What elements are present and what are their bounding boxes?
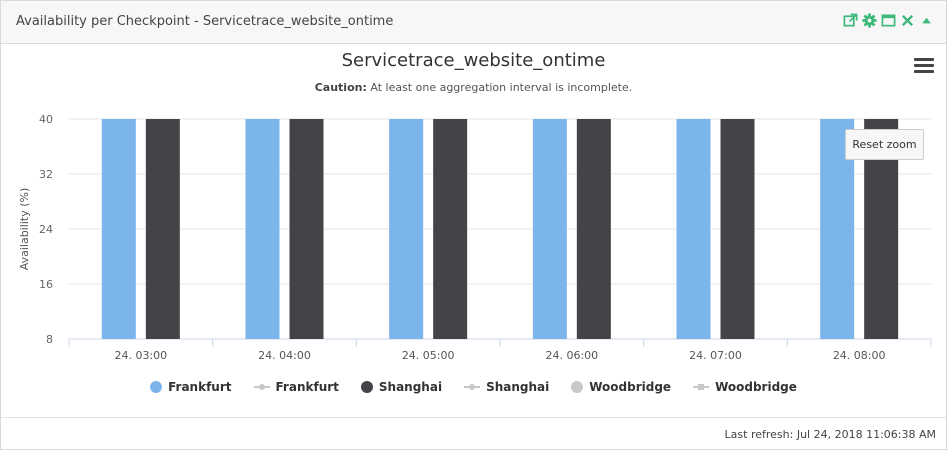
legend-item-woodbridge[interactable]: Woodbridge bbox=[693, 380, 797, 394]
legend-item-shanghai[interactable]: Shanghai bbox=[464, 380, 549, 394]
x-tick-label: 24. 07:00 bbox=[689, 349, 742, 362]
bar-frankfurt bbox=[245, 119, 280, 339]
bar-shanghai bbox=[145, 119, 180, 339]
close-icon[interactable] bbox=[900, 13, 915, 28]
last-refresh-text: Last refresh: Jul 24, 2018 11:06:38 AM bbox=[724, 428, 936, 441]
chart-panel: Availability per Checkpoint - Servicetra… bbox=[0, 0, 947, 450]
y-tick-label: 16 bbox=[39, 278, 53, 291]
legend-dot-icon bbox=[150, 381, 163, 393]
bar-shanghai bbox=[289, 119, 324, 339]
bar-frankfurt bbox=[532, 119, 567, 339]
panel-header-icons bbox=[843, 13, 934, 28]
chart-area: 40 32 24 16 8 Availability (%) 24. 03:00 24. 04… bbox=[1, 44, 946, 416]
bar-shanghai bbox=[433, 119, 468, 339]
legend-label: Frankfurt bbox=[168, 380, 232, 394]
reset-zoom-button[interactable]: Reset zoom bbox=[845, 129, 924, 160]
y-tick-label: 40 bbox=[39, 113, 53, 126]
x-tick-label: 24. 08:00 bbox=[833, 349, 886, 362]
legend-item-woodbridge[interactable]: Woodbridge bbox=[571, 380, 671, 394]
bar-frankfurt bbox=[676, 119, 711, 339]
panel-header: Availability per Checkpoint - Servicetra… bbox=[1, 1, 946, 44]
y-tick-label: 24 bbox=[39, 223, 53, 236]
caution-note: Caution: At least one aggregation interv… bbox=[1, 81, 946, 94]
panel-title: Availability per Checkpoint - Servicetra… bbox=[16, 14, 394, 29]
bar-frankfurt bbox=[101, 119, 136, 339]
caution-label: Caution: bbox=[314, 81, 367, 94]
maximize-icon[interactable] bbox=[881, 13, 896, 28]
legend-label: Woodbridge bbox=[715, 380, 797, 394]
legend-line-square-icon bbox=[693, 381, 710, 393]
legend-label: Shanghai bbox=[486, 380, 550, 394]
legend-line-dot-icon bbox=[253, 381, 270, 393]
bar-shanghai bbox=[576, 119, 611, 339]
bar-shanghai bbox=[720, 119, 755, 339]
chart-title: Servicetrace_website_ontime bbox=[341, 50, 606, 71]
caution-text: At least one aggregation interval is inc… bbox=[370, 81, 633, 94]
legend-item-frankfurt[interactable]: Frankfurt bbox=[150, 380, 232, 394]
legend-label: Shanghai bbox=[378, 380, 443, 394]
legend-label: Frankfurt bbox=[275, 380, 339, 394]
y-tick-label: 8 bbox=[46, 333, 53, 346]
hamburger-menu-icon[interactable] bbox=[914, 58, 934, 74]
panel-footer: Last refresh: Jul 24, 2018 11:06:38 AM bbox=[1, 417, 946, 450]
legend-item-frankfurt[interactable]: Frankfurt bbox=[253, 380, 339, 394]
y-axis-title: Availability (%) bbox=[18, 188, 31, 271]
collapse-icon[interactable] bbox=[919, 13, 934, 28]
legend-item-shanghai[interactable]: Shanghai bbox=[360, 380, 443, 394]
y-tick-label: 32 bbox=[39, 168, 53, 181]
x-tick-label: 24. 03:00 bbox=[114, 349, 167, 362]
gear-icon[interactable] bbox=[862, 13, 877, 28]
bar-frankfurt bbox=[389, 119, 424, 339]
legend-dot-icon bbox=[360, 381, 373, 393]
x-tick-label: 24. 05:00 bbox=[402, 349, 455, 362]
x-tick-label: 24. 04:00 bbox=[258, 349, 311, 362]
legend-dot-icon bbox=[571, 381, 584, 393]
legend-label: Woodbridge bbox=[589, 380, 672, 394]
chart-legend: Frankfurt Frankfurt Shanghai Shanghai Woodbr… bbox=[1, 380, 946, 394]
legend-line-dot-icon bbox=[464, 381, 481, 393]
external-link-icon[interactable] bbox=[843, 13, 858, 28]
x-tick-label: 24. 06:00 bbox=[545, 349, 598, 362]
